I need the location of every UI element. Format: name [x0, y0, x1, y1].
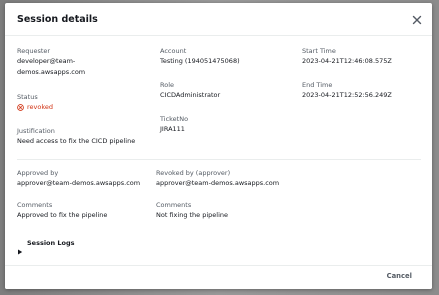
modal-header: Session details: [5, 3, 432, 36]
role-value: CICDAdministrator: [160, 91, 221, 99]
status-value: revoked: [17, 102, 53, 113]
end-time-field: End Time 2023-04-21T12:52:56.249Z: [302, 81, 392, 101]
role-field: Role CICDAdministrator: [160, 81, 220, 101]
revoked-by-field: Revoked by (approver) approver@team-demo…: [156, 169, 356, 189]
session-info-section: Requester developer@team- demos.awsapps.…: [17, 47, 421, 157]
account-value: Testing (194051475068): [160, 57, 240, 65]
cancel-button[interactable]: Cancel: [387, 272, 412, 280]
modal-title: Session details: [17, 14, 98, 25]
justification-label: Justification: [17, 127, 55, 135]
session-details-modal: Session details Requester developer@team…: [5, 3, 432, 289]
revoke-comments-value: Not fixing the pipeline: [156, 211, 229, 219]
caret-right-icon[interactable]: [17, 240, 23, 255]
section-divider: [17, 159, 421, 160]
approved-by-field: Approved by approver@team-demos.awsapps.…: [17, 169, 157, 189]
end-time-label: End Time: [302, 81, 333, 89]
ticket-field: TicketNo JIRA111: [160, 115, 188, 135]
start-time-value: 2023-04-21T12:46:08.575Z: [302, 57, 392, 65]
session-logs-expander[interactable]: Session Logs: [17, 239, 75, 255]
account-label: Account: [160, 47, 187, 55]
ticket-value: JIRA111: [160, 125, 185, 133]
approve-comments-value: Approved to fix the pipeline: [17, 211, 108, 219]
approve-comments-label: Comments: [17, 201, 53, 209]
revoke-comments-label: Comments: [156, 201, 192, 209]
role-label: Role: [160, 81, 175, 89]
ticket-label: TicketNo: [160, 115, 189, 123]
revoke-comments-field: Comments Not fixing the pipeline: [156, 201, 356, 221]
session-logs-label[interactable]: Session Logs: [27, 239, 75, 247]
start-time-field: Start Time 2023-04-21T12:46:08.575Z: [302, 47, 392, 67]
revoked-status-icon: [17, 104, 24, 111]
requester-field: Requester developer@team- demos.awsapps.…: [17, 47, 85, 78]
approved-by-label: Approved by: [17, 169, 59, 177]
requester-value-line2: demos.awsapps.com: [17, 68, 86, 76]
account-field: Account Testing (194051475068): [160, 47, 240, 67]
revoked-by-label: Revoked by (approver): [156, 169, 231, 177]
start-time-label: Start Time: [302, 47, 336, 55]
close-icon[interactable]: [410, 12, 424, 26]
status-field: Status revoked: [17, 93, 53, 113]
justification-value: Need access to fix the CICD pipeline: [17, 137, 136, 145]
status-text: revoked: [27, 103, 54, 111]
approval-section: Approved by approver@team-demos.awsapps.…: [17, 169, 421, 229]
modal-footer: Cancel: [5, 265, 432, 289]
approved-by-value: approver@team-demos.awsapps.com: [17, 179, 141, 187]
revoked-by-value: approver@team-demos.awsapps.com: [156, 179, 280, 187]
requester-label: Requester: [17, 47, 51, 55]
status-label: Status: [17, 93, 38, 101]
approve-comments-field: Comments Approved to fix the pipeline: [17, 201, 157, 221]
justification-field: Justification Need access to fix the CIC…: [17, 127, 135, 147]
end-time-value: 2023-04-21T12:52:56.249Z: [302, 91, 392, 99]
requester-value-line1: developer@team-: [17, 57, 76, 65]
